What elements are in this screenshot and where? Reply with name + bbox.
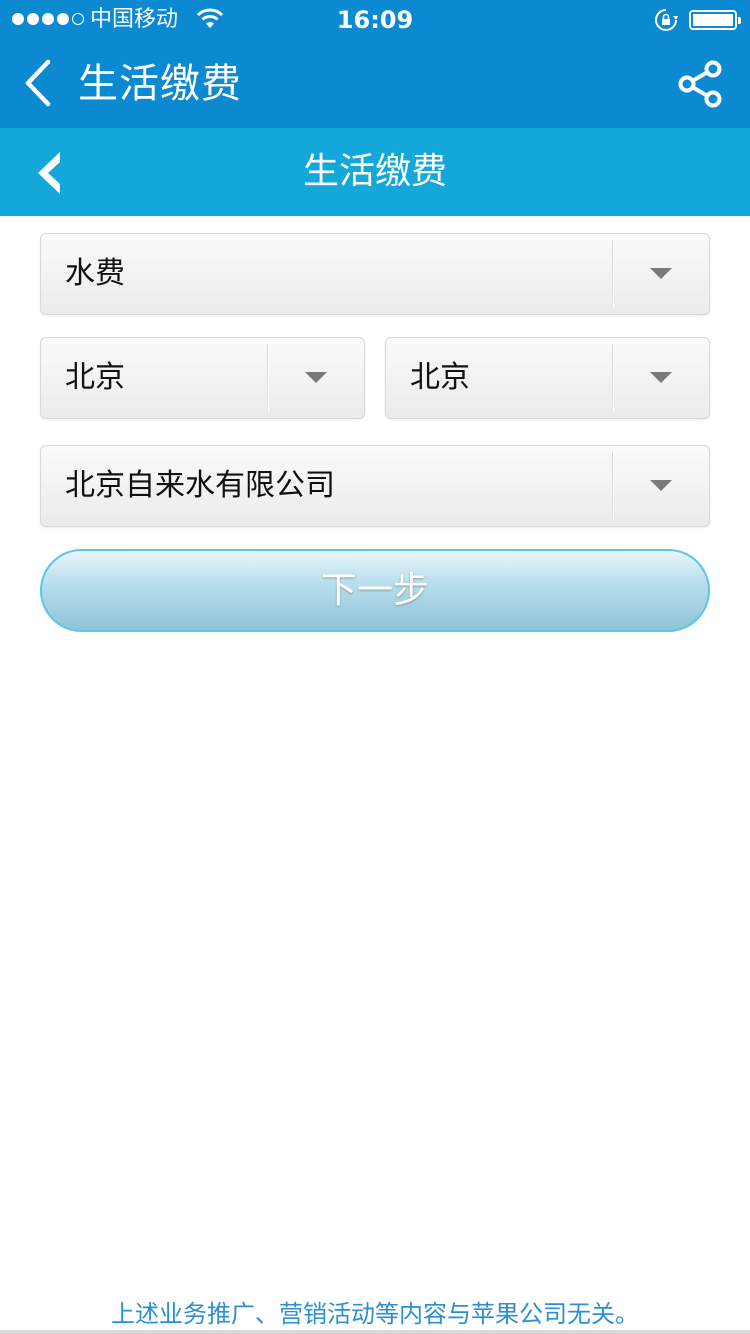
company-value: 北京自来水有限公司 xyxy=(65,468,335,503)
province-value: 北京 xyxy=(65,360,125,395)
province-select[interactable]: 北京 xyxy=(40,337,365,419)
payment-type-value: 水费 xyxy=(65,256,125,291)
sub-header: 生活缴费 xyxy=(0,128,750,216)
disclaimer-text: 上述业务推广、营销活动等内容与苹果公司无关。 xyxy=(111,1300,639,1328)
sub-header-title: 生活缴费 xyxy=(302,151,447,192)
share-icon[interactable] xyxy=(676,60,724,108)
status-bar: 中国移动 16:09 xyxy=(0,0,750,40)
dropdown-arrow-icon xyxy=(650,480,672,491)
dropdown-arrow-icon xyxy=(305,372,327,383)
dropdown-arrow-icon xyxy=(650,268,672,279)
page-title: 生活缴费 xyxy=(78,61,242,107)
battery-icon xyxy=(689,10,741,30)
chevron-left-icon[interactable] xyxy=(20,58,60,108)
nav-bar: 生活缴费 xyxy=(0,40,750,128)
footer-divider xyxy=(0,1330,750,1334)
payment-type-select[interactable]: 水费 xyxy=(40,233,710,315)
city-select[interactable]: 北京 xyxy=(385,337,710,419)
status-time: 16:09 xyxy=(336,6,414,34)
city-value: 北京 xyxy=(410,360,470,395)
company-select[interactable]: 北京自来水有限公司 xyxy=(40,445,710,527)
orientation-lock-icon xyxy=(655,9,678,31)
dropdown-arrow-icon xyxy=(650,372,672,383)
next-step-button[interactable]: 下一步 xyxy=(40,549,710,632)
